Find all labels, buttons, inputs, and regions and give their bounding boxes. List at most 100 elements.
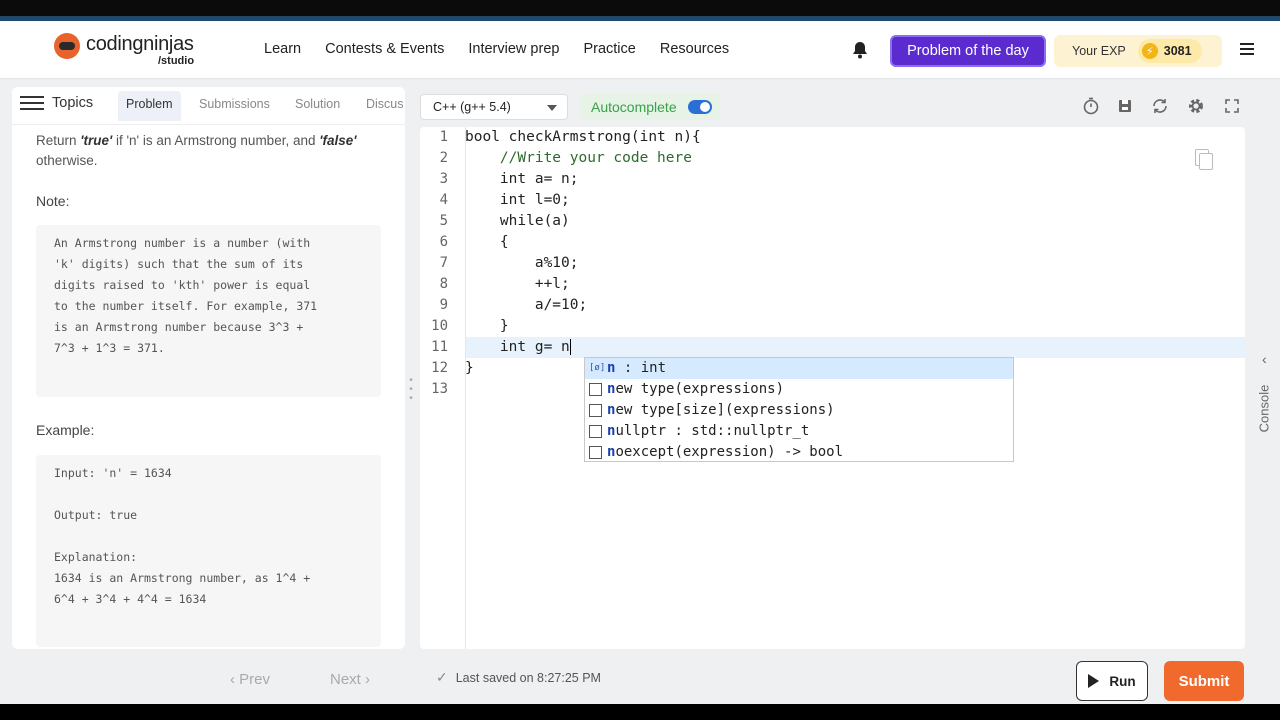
autocomplete-label: Autocomplete bbox=[591, 99, 677, 115]
window-bottom-border bbox=[0, 704, 1280, 720]
ninja-logo-icon bbox=[54, 33, 80, 59]
desc-false: 'false' bbox=[319, 133, 357, 148]
ac-rest: : int bbox=[615, 360, 667, 376]
fullscreen-icon[interactable] bbox=[1221, 95, 1243, 117]
brand-name: codingninjas bbox=[86, 33, 194, 55]
line-number: 10 bbox=[431, 318, 448, 334]
note-box: An Armstrong number is a number (with 'k… bbox=[36, 225, 381, 397]
bell-icon[interactable] bbox=[850, 40, 870, 60]
nav-practice[interactable]: Practice bbox=[583, 41, 635, 57]
play-icon bbox=[1088, 674, 1100, 688]
variable-icon: [ø] bbox=[589, 363, 606, 373]
current-line-highlight bbox=[466, 337, 1245, 358]
code-line: int a= n; bbox=[465, 171, 579, 187]
autocomplete-item[interactable]: noexcept(expression) -> bool bbox=[585, 442, 1013, 463]
autocomplete-item[interactable]: new type(expressions) bbox=[585, 379, 1013, 400]
autocomplete-item[interactable]: [ø] n : int bbox=[585, 358, 1013, 379]
language-select[interactable]: C++ (g++ 5.4) bbox=[420, 94, 568, 120]
problem-panel: Topics Problem Submissions Solution Disc… bbox=[12, 87, 405, 649]
chevron-right-icon: › bbox=[360, 671, 371, 688]
text-cursor bbox=[569, 339, 571, 355]
exp-pill: ⚡ 3081 bbox=[1137, 39, 1202, 63]
chevron-left-icon: ‹ bbox=[1262, 351, 1267, 367]
toggle-switch[interactable] bbox=[688, 100, 712, 114]
editor-toolbar: C++ (g++ 5.4) Autocomplete bbox=[420, 87, 1245, 125]
topics-button[interactable]: Topics bbox=[20, 95, 93, 111]
prev-button[interactable]: ‹ Prev bbox=[230, 671, 270, 688]
topics-label: Topics bbox=[52, 95, 94, 111]
autocomplete-item[interactable]: nullptr : std::nullptr_t bbox=[585, 421, 1013, 442]
tab-solution[interactable]: Solution bbox=[295, 97, 340, 111]
problem-of-the-day-button[interactable]: Problem of the day bbox=[890, 35, 1046, 67]
lightning-icon: ⚡ bbox=[1141, 43, 1158, 59]
code-line: a%10; bbox=[465, 255, 579, 271]
code-line: //Write your code here bbox=[465, 150, 692, 166]
desc-text-1: Return bbox=[36, 133, 81, 148]
code-line: int l=0; bbox=[465, 192, 570, 208]
tab-submissions[interactable]: Submissions bbox=[199, 97, 270, 111]
last-saved-status: ✓ Last saved on 8:27:25 PM bbox=[436, 669, 601, 686]
hamburger-menu-icon[interactable] bbox=[1240, 43, 1254, 55]
nav-resources[interactable]: Resources bbox=[660, 41, 729, 57]
ac-rest: ew type(expressions) bbox=[615, 381, 785, 397]
gear-icon[interactable] bbox=[1185, 95, 1207, 117]
desc-text-3: otherwise. bbox=[36, 153, 98, 168]
nav-learn[interactable]: Learn bbox=[264, 41, 301, 57]
desc-true: 'true' bbox=[80, 133, 113, 148]
timer-icon[interactable] bbox=[1080, 95, 1102, 117]
check-icon: ✓ bbox=[436, 669, 448, 685]
brand-sub: /studio bbox=[158, 55, 195, 67]
console-toggle[interactable]: ‹ Console bbox=[1256, 351, 1276, 471]
console-label: Console bbox=[1256, 384, 1272, 433]
line-number: 4 bbox=[439, 192, 448, 208]
autocomplete-item[interactable]: new type[size](expressions) bbox=[585, 400, 1013, 421]
problem-tabs: Topics Problem Submissions Solution Disc… bbox=[12, 87, 405, 125]
line-number: 11 bbox=[431, 339, 448, 355]
snippet-icon bbox=[589, 404, 602, 417]
line-number-gutter: 1 2 3 4 5 6 7 8 9 10 11 12 13 bbox=[420, 127, 466, 649]
copy-icon[interactable] bbox=[1195, 149, 1215, 171]
tab-problem[interactable]: Problem bbox=[118, 91, 181, 121]
exp-value: 3081 bbox=[1163, 44, 1192, 58]
desc-text-2: if 'n' is an Armstrong number, and bbox=[112, 133, 320, 148]
example-box: Input: 'n' = 1634 Output: true Explanati… bbox=[36, 455, 381, 647]
panel-resize-handle[interactable]: • • • bbox=[408, 376, 414, 406]
autocomplete-toggle[interactable]: Autocomplete bbox=[580, 94, 720, 120]
nav-interview-prep[interactable]: Interview prep bbox=[468, 41, 559, 57]
current-line-text: int g= n bbox=[465, 339, 570, 355]
code-line: } bbox=[465, 360, 474, 376]
ac-rest: oexcept(expression) -> bool bbox=[615, 444, 844, 460]
prev-label: Prev bbox=[239, 671, 271, 688]
snippet-icon bbox=[589, 425, 602, 438]
reset-icon[interactable] bbox=[1149, 95, 1171, 117]
next-button[interactable]: Next › bbox=[330, 671, 370, 688]
next-label: Next bbox=[330, 671, 361, 688]
line-number: 8 bbox=[439, 276, 448, 292]
save-icon[interactable] bbox=[1114, 95, 1136, 117]
line-number: 3 bbox=[439, 171, 448, 187]
snippet-icon bbox=[589, 446, 602, 459]
run-label: Run bbox=[1109, 673, 1136, 689]
line-number: 12 bbox=[431, 360, 448, 376]
nav-contests[interactable]: Contests & Events bbox=[325, 41, 444, 57]
line-number: 9 bbox=[439, 297, 448, 313]
tab-discuss[interactable]: Discus bbox=[366, 97, 404, 111]
example-heading: Example: bbox=[36, 422, 95, 438]
language-value: C++ (g++ 5.4) bbox=[433, 100, 511, 114]
code-line: } bbox=[465, 318, 509, 334]
line-number: 7 bbox=[439, 255, 448, 271]
exp-badge[interactable]: Your EXP ⚡ 3081 bbox=[1054, 35, 1222, 67]
line-number: 2 bbox=[439, 150, 448, 166]
brand-logo[interactable]: codingninjas /studio bbox=[54, 33, 204, 69]
ac-rest: ew type[size](expressions) bbox=[615, 402, 835, 418]
code-line: a/=10; bbox=[465, 297, 588, 313]
code-line: ++l; bbox=[465, 276, 570, 292]
code-line: while(a) bbox=[465, 213, 570, 229]
note-heading: Note: bbox=[36, 193, 70, 209]
code-line: { bbox=[465, 234, 509, 250]
submit-button[interactable]: Submit bbox=[1164, 661, 1244, 701]
line-number: 5 bbox=[439, 213, 448, 229]
run-button[interactable]: Run bbox=[1076, 661, 1148, 701]
chevron-down-icon bbox=[547, 105, 557, 111]
exp-label: Your EXP bbox=[1072, 44, 1126, 58]
